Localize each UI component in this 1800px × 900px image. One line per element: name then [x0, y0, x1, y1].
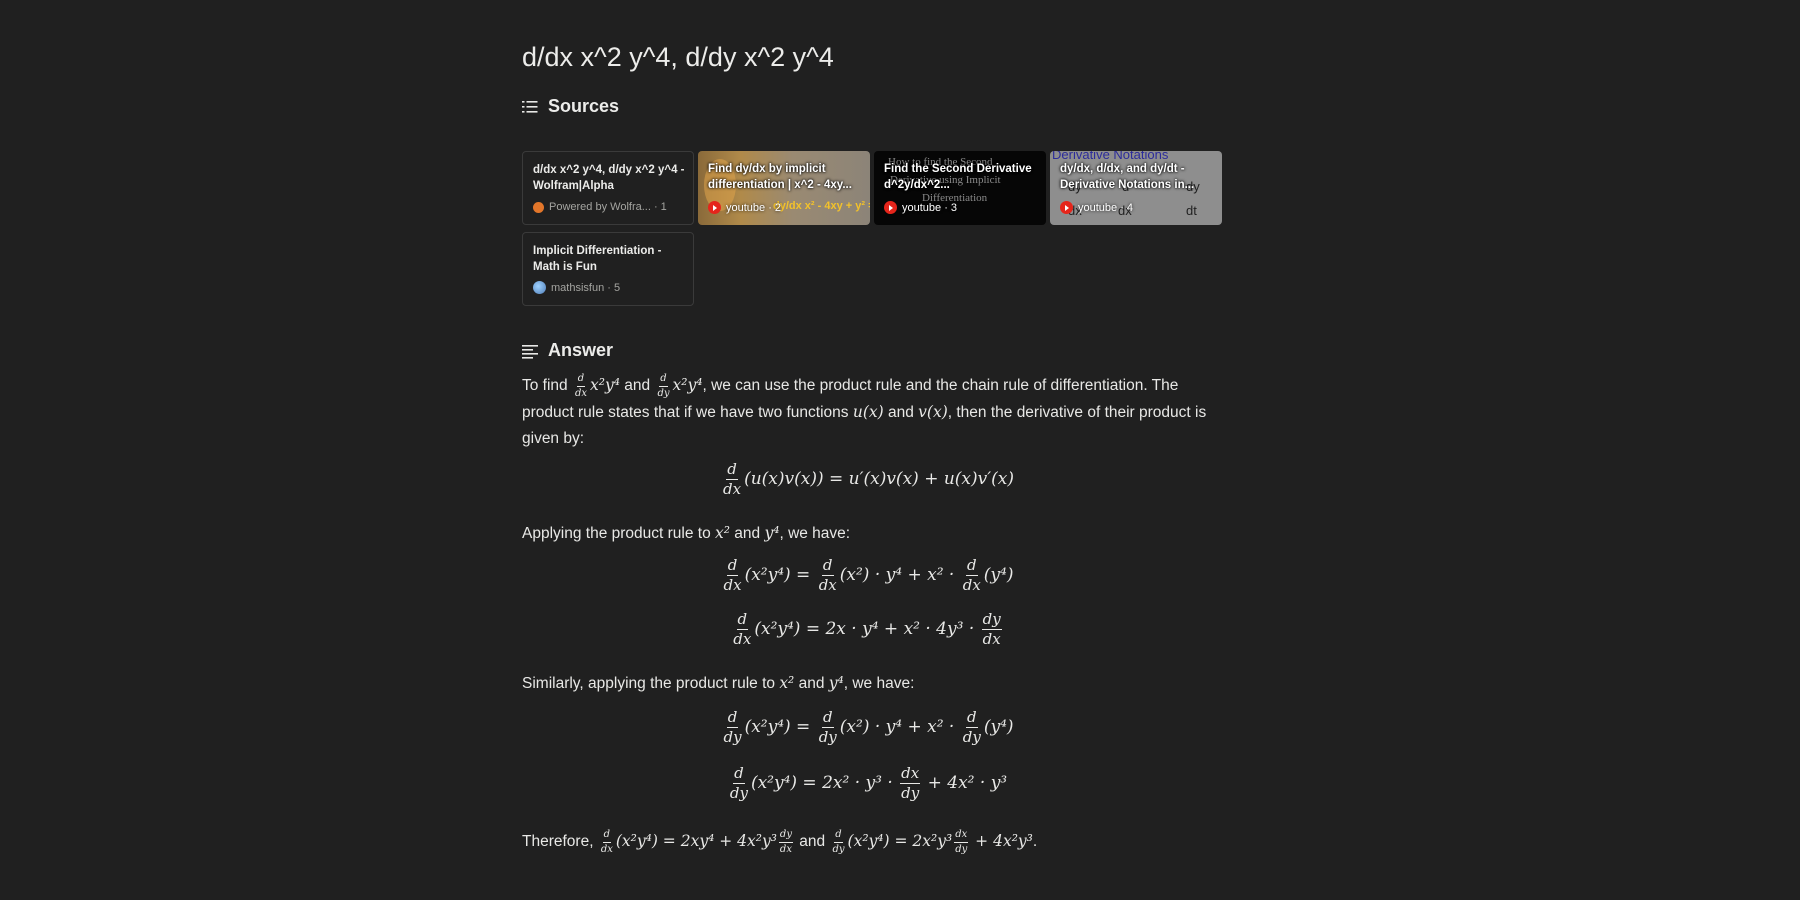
answer-text: and	[729, 525, 765, 542]
wolfram-icon	[533, 201, 544, 213]
answer-text: , we have:	[779, 525, 851, 542]
answer-heading: Answer	[522, 340, 613, 361]
answer-paragraph-1: To find d dx x²y⁴ and d dy x²y⁴, we can use …	[522, 372, 1207, 447]
source-card-3[interactable]: How to find the Second Derivative using …	[874, 151, 1046, 225]
answer-text: Similarly, applying the product rule to	[522, 675, 780, 692]
mathsisfun-icon	[533, 281, 546, 294]
answer-text: and	[883, 404, 919, 421]
sources-heading: Sources	[522, 96, 619, 117]
youtube-icon	[708, 201, 721, 214]
answer-text: and	[619, 377, 655, 394]
source-card-meta-text: youtube · 3	[902, 201, 958, 214]
thumbnail-text: dt	[1186, 203, 1197, 218]
source-card-meta-text: youtube · 4	[1078, 201, 1134, 214]
source-card-meta: mathsisfun · 5	[533, 281, 620, 294]
answer-lines-icon	[522, 344, 538, 359]
thumbnail-text: dy/dx x² - 4xy + y² = 4	[773, 200, 870, 212]
youtube-icon	[884, 201, 897, 214]
query-title: d/dx x^2 y^4, d/dy x^2 y^4	[522, 42, 834, 72]
answer-text: Therefore,	[522, 833, 598, 850]
answer-text: and	[794, 675, 829, 692]
answer-paragraph-3: Similarly, applying the product rule to …	[522, 674, 915, 692]
source-card-meta-text: Powered by Wolfra... · 1	[549, 201, 667, 213]
source-card-4[interactable]: Derivative Notations dy dx d dx dy dt dy…	[1050, 151, 1222, 225]
source-card-1[interactable]: d/dx x^2 y^4, d/dy x^2 y^4 - Wolfram|Alp…	[522, 151, 694, 225]
youtube-icon	[1060, 201, 1073, 214]
source-card-title: d/dx x^2 y^4, d/dy x^2 y^4 - Wolfram|Alp…	[533, 164, 685, 192]
source-card-5[interactable]: Implicit Differentiation - Math is Fun m…	[522, 232, 694, 306]
source-card-meta: youtube · 3	[884, 201, 957, 214]
equation-dx-2: d dx (x²y⁴) = 2x · y⁴ + x² · 4y³ · dy dx	[733, 610, 1002, 648]
answer-text: and	[794, 833, 830, 850]
source-card-meta-text: youtube · 2	[726, 201, 782, 214]
source-card-title: Implicit Differentiation - Math is Fun	[533, 245, 662, 273]
source-card-title: Find dy/dx by implicit differentiation |…	[708, 163, 852, 191]
source-card-title: dy/dx, d/dx, and dy/dt - Derivative Nota…	[1060, 163, 1195, 191]
answer-paragraph-2: Applying the product rule to x² and y⁴, …	[522, 524, 851, 542]
product-rule-equation: d dx (u(x)v(x)) = u′(x)v(x) + u(x)v′(x)	[723, 460, 1014, 498]
source-card-meta-text: mathsisfun · 5	[551, 281, 621, 294]
answer-text: Applying the product rule to	[522, 525, 716, 542]
equation-dx-1: d dx (x²y⁴) = d dx (x²) · y⁴ + x² · d dx (y⁴)	[723, 556, 1014, 594]
source-card-2[interactable]: dy/dx x² - 4xy + y² = 4 Find dy/dx by im…	[698, 151, 870, 225]
answer-text: .	[1032, 833, 1038, 850]
source-card-meta: Powered by Wolfra... · 1	[533, 201, 667, 213]
source-card-meta: youtube · 2	[708, 201, 781, 214]
source-card-title: Find the Second Derivative d^2y/dx^2...	[884, 163, 1032, 191]
answer-paragraph-4: Therefore, d dx (x²y⁴) = 2xy⁴ + 4x²y³ dy dx …	[522, 828, 1038, 855]
equation-dy-1: d dy (x²y⁴) = d dy (x²) · y⁴ + x² · d dy (y⁴)	[723, 708, 1014, 746]
answer-text: , we have:	[843, 675, 915, 692]
sources-icon	[522, 100, 538, 113]
sources-heading-label: Sources	[548, 96, 620, 116]
answer-text: To find	[522, 377, 572, 394]
source-card-meta: youtube · 4	[1060, 201, 1133, 214]
answer-heading-label: Answer	[548, 340, 614, 360]
equation-dy-2: d dy (x²y⁴) = 2x² · y³ · dx dy + 4x² · y³	[729, 764, 1008, 802]
